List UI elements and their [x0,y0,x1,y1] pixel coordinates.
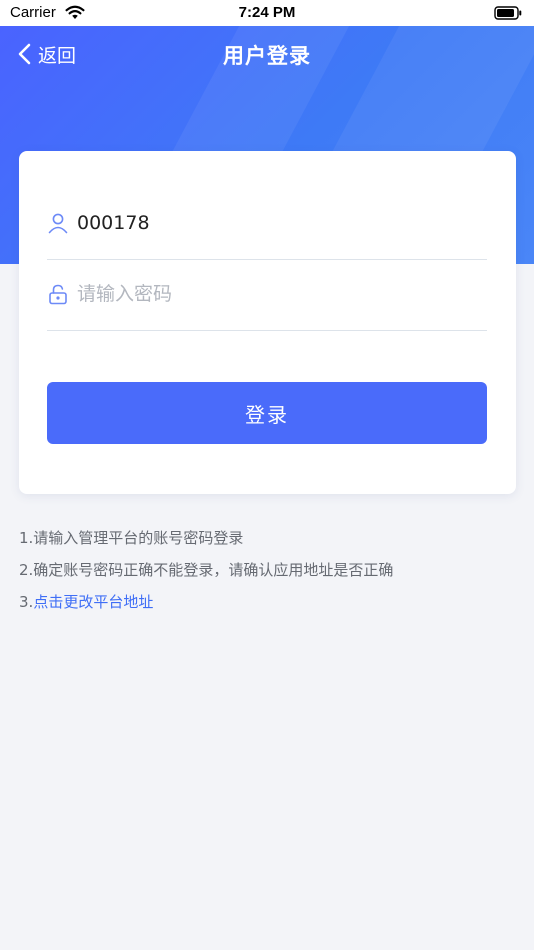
status-bar: Carrier 7:24 PM [0,0,534,26]
tips-section: 1.请输入管理平台的账号密码登录 2.确定账号密码正确不能登录，请确认应用地址是… [19,522,519,618]
tip-line-1: 1.请输入管理平台的账号密码登录 [19,529,244,547]
username-input[interactable] [77,202,467,243]
tip-line-3: 3.点击更改平台地址 [19,586,519,618]
lock-icon [49,284,67,304]
change-platform-address-link[interactable]: 点击更改平台地址 [33,593,153,611]
password-input[interactable] [77,273,467,314]
password-field [47,257,487,331]
login-card: 登录 [19,151,516,494]
tip-line-2: 2.确定账号密码正确不能登录，请确认应用地址是否正确 [19,561,394,579]
tip-line-3-prefix: 3. [19,593,34,611]
status-time: 7:24 PM [238,4,296,21]
battery-icon [494,6,522,20]
username-field [47,186,487,260]
page-title: 用户登录 [223,44,311,68]
user-icon [48,213,68,233]
login-button[interactable]: 登录 [47,382,487,444]
